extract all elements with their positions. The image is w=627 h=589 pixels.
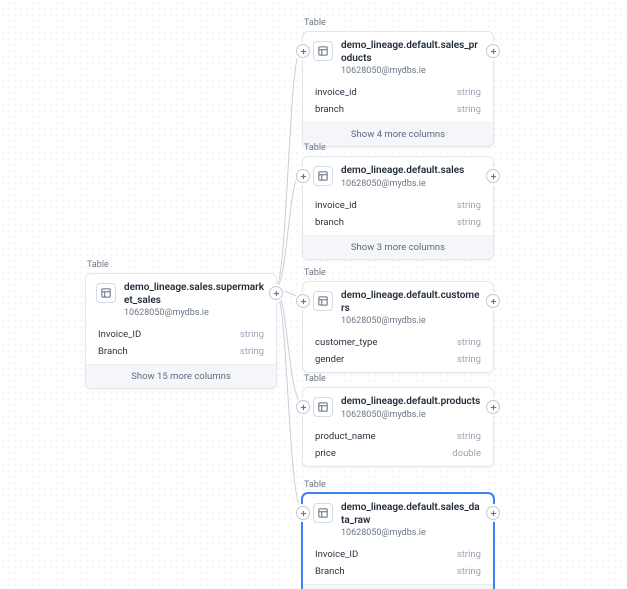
node-card[interactable]: demo_lineage.default.sales 10628050@mydb… (302, 156, 494, 260)
node-title: demo_lineage.default.customers (341, 290, 483, 315)
node-title: demo_lineage.default.sales_products (341, 40, 483, 65)
node-type-tag: Table (87, 260, 277, 270)
node-type-tag: Table (304, 480, 494, 490)
output-port[interactable] (486, 400, 500, 414)
node-owner: 10628050@mydbs.ie (341, 179, 464, 189)
column-row: product_namestring (303, 428, 493, 445)
column-row: invoice_idstring (303, 84, 493, 101)
output-port[interactable] (486, 506, 500, 520)
node-owner: 10628050@mydbs.ie (341, 528, 483, 538)
output-port[interactable] (486, 44, 500, 58)
lineage-node-target[interactable]: Table demo_lineage.default.sales 1062805… (302, 143, 494, 260)
table-icon (313, 41, 333, 61)
input-port[interactable] (296, 169, 310, 183)
node-card[interactable]: demo_lineage.default.sales_data_raw 1062… (302, 493, 494, 589)
show-more-columns[interactable]: Show 15 more columns (303, 584, 493, 589)
node-owner: 10628050@mydbs.ie (341, 66, 483, 76)
column-row: branchstring (303, 101, 493, 118)
node-title: demo_lineage.default.sales (341, 165, 464, 178)
lineage-canvas[interactable]: Table demo_lineage.sales.supermarket_sal… (0, 0, 627, 589)
output-port[interactable] (486, 294, 500, 308)
column-row: Branchstring (86, 343, 276, 360)
node-type-tag: Table (304, 18, 494, 28)
node-card[interactable]: demo_lineage.default.products 10628050@m… (302, 387, 494, 467)
node-type-tag: Table (304, 374, 494, 384)
column-row: invoice_idstring (303, 197, 493, 214)
column-row: Branchstring (303, 563, 493, 580)
input-port[interactable] (296, 294, 310, 308)
node-title: demo_lineage.default.products (341, 396, 480, 409)
show-more-columns[interactable]: Show 3 more columns (303, 235, 493, 259)
column-row: pricedouble (303, 445, 493, 462)
lineage-node-target[interactable]: Table demo_lineage.default.sales_data_ra… (302, 480, 494, 589)
lineage-node-target[interactable]: Table demo_lineage.default.customers 106… (302, 268, 494, 373)
input-port[interactable] (296, 400, 310, 414)
output-port[interactable] (269, 286, 283, 300)
table-icon (313, 503, 333, 523)
table-icon (313, 291, 333, 311)
input-port[interactable] (296, 44, 310, 58)
table-icon (313, 166, 333, 186)
node-card[interactable]: demo_lineage.sales.supermarket_sales 106… (85, 273, 277, 389)
node-type-tag: Table (304, 143, 494, 153)
input-port[interactable] (296, 506, 310, 520)
column-row: Invoice_IDstring (303, 546, 493, 563)
node-type-tag: Table (304, 268, 494, 278)
lineage-node-target[interactable]: Table demo_lineage.default.sales_product… (302, 18, 494, 147)
lineage-node-target[interactable]: Table demo_lineage.default.products 1062… (302, 374, 494, 467)
lineage-node-source[interactable]: Table demo_lineage.sales.supermarket_sal… (85, 260, 277, 389)
node-owner: 10628050@mydbs.ie (341, 316, 483, 326)
node-title: demo_lineage.default.sales_data_raw (341, 502, 483, 527)
node-title: demo_lineage.sales.supermarket_sales (124, 282, 266, 307)
table-icon (313, 397, 333, 417)
table-icon (96, 283, 116, 303)
output-port[interactable] (486, 169, 500, 183)
node-owner: 10628050@mydbs.ie (341, 410, 480, 420)
node-card[interactable]: demo_lineage.default.customers 10628050@… (302, 281, 494, 373)
column-row: customer_typestring (303, 334, 493, 351)
node-card[interactable]: demo_lineage.default.sales_products 1062… (302, 31, 494, 147)
node-owner: 10628050@mydbs.ie (124, 308, 266, 318)
column-row: Invoice_IDstring (86, 326, 276, 343)
column-row: branchstring (303, 214, 493, 231)
column-row: genderstring (303, 351, 493, 368)
show-more-columns[interactable]: Show 15 more columns (86, 364, 276, 388)
